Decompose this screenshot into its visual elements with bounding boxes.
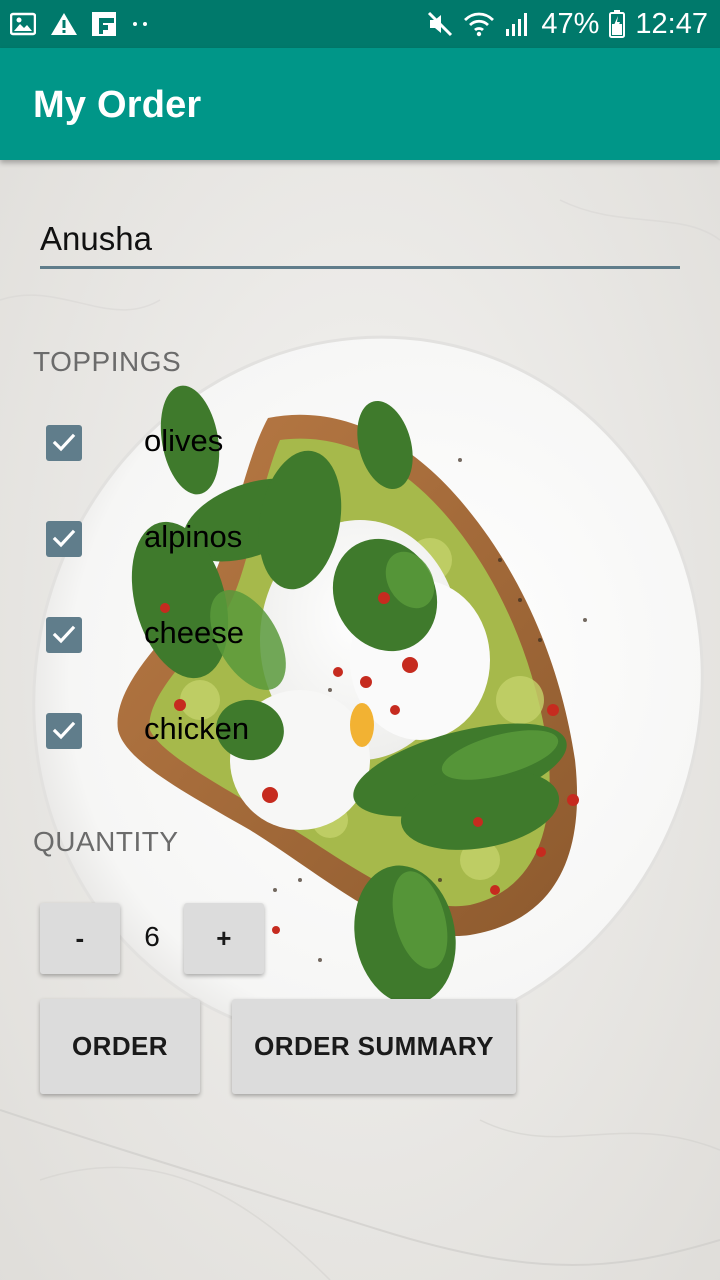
image-icon — [10, 12, 36, 36]
order-summary-button[interactable]: ORDER SUMMARY — [232, 999, 516, 1094]
battery-icon — [609, 10, 626, 38]
check-icon — [52, 721, 76, 740]
topping-alpinos[interactable]: alpinos — [46, 519, 446, 581]
order-screen: 47% 12:47 My Order TOPPINGS olives alpin… — [0, 0, 720, 1280]
olives-checkbox[interactable] — [46, 425, 82, 461]
more-dots-icon — [130, 12, 150, 36]
app-bar: My Order — [0, 48, 720, 160]
check-icon — [52, 529, 76, 548]
status-bar: 47% 12:47 — [0, 0, 720, 48]
app-title: My Order — [33, 84, 202, 126]
clock: 12:47 — [635, 7, 708, 40]
topping-label: cheese — [144, 615, 244, 650]
topping-label: chicken — [144, 711, 250, 746]
mute-icon — [427, 11, 453, 37]
flipboard-icon — [92, 12, 116, 36]
quantity-value: 6 — [144, 921, 160, 952]
warning-icon — [50, 12, 78, 36]
toppings-heading: TOPPINGS — [33, 346, 182, 377]
topping-label: alpinos — [144, 519, 243, 554]
topping-olives[interactable]: olives — [46, 423, 446, 485]
name-field — [40, 212, 680, 270]
wifi-icon — [463, 11, 495, 37]
check-icon — [52, 433, 76, 452]
decrement-button[interactable]: - — [40, 903, 120, 974]
order-form: TOPPINGS olives alpinos cheese chicken — [0, 160, 720, 1280]
signal-icon — [505, 11, 531, 37]
cheese-checkbox[interactable] — [46, 617, 82, 653]
alpinos-checkbox[interactable] — [46, 521, 82, 557]
name-input[interactable] — [40, 212, 680, 269]
topping-cheese[interactable]: cheese — [46, 615, 446, 677]
battery-percent: 47% — [541, 7, 600, 40]
quantity-heading: QUANTITY — [33, 826, 179, 857]
topping-label: olives — [144, 423, 224, 458]
increment-button[interactable]: + — [184, 903, 264, 974]
chicken-checkbox[interactable] — [46, 713, 82, 749]
check-icon — [52, 625, 76, 644]
order-button[interactable]: ORDER — [40, 999, 200, 1094]
topping-chicken[interactable]: chicken — [46, 711, 446, 773]
